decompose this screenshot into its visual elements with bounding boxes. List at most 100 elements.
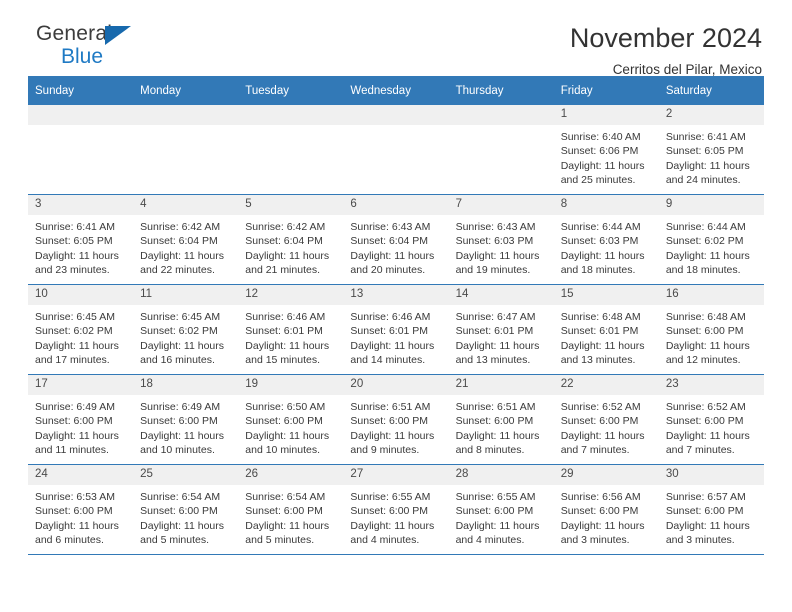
- weekday-header-monday: Monday: [133, 76, 239, 105]
- calendar-cell[interactable]: 15 Sunrise: 6:48 AM Sunset: 6:01 PM Dayligh…: [553, 284, 659, 375]
- sunset-text: Sunset: 6:00 PM: [665, 415, 744, 428]
- sunrise-text: Sunrise: 6:47 AM: [455, 311, 536, 323]
- sunrise-text: Sunrise: 6:55 AM: [455, 491, 536, 503]
- daylight-text: Daylight: 11 hours and 7 minutes.: [560, 429, 645, 457]
- sun-info: Sunrise: 6:43 AM Sunset: 6:04 PM Daylight:…: [343, 215, 448, 278]
- calendar-cell[interactable]: 7 Sunrise: 6:43 AM Sunset: 6:03 PM Daylight…: [448, 194, 554, 285]
- sunrise-text: Sunrise: 6:45 AM: [140, 311, 221, 323]
- calendar-cell[interactable]: 21 Sunrise: 6:51 AM Sunset: 6:00 PM Dayligh…: [448, 374, 554, 465]
- calendar-cell[interactable]: 2 Sunrise: 6:41 AM Sunset: 6:05 PM Daylight…: [658, 105, 764, 195]
- day-number: 29: [553, 465, 659, 485]
- day-number: 16: [658, 285, 764, 305]
- calendar-cell[interactable]: 13 Sunrise: 6:46 AM Sunset: 6:01 PM Dayligh…: [343, 284, 449, 375]
- daylight-text: Daylight: 11 hours and 24 minutes.: [665, 159, 750, 187]
- daylight-text: Daylight: 11 hours and 8 minutes.: [455, 429, 540, 457]
- sunrise-text: Sunrise: 6:48 AM: [665, 311, 746, 323]
- sun-info: Sunrise: 6:55 AM Sunset: 6:00 PM Daylight:…: [449, 485, 554, 548]
- sunrise-text: Sunrise: 6:49 AM: [140, 401, 221, 413]
- calendar-cell[interactable]: 29 Sunrise: 6:56 AM Sunset: 6:00 PM Dayligh…: [553, 464, 659, 555]
- sunset-text: Sunset: 6:00 PM: [665, 505, 744, 518]
- calendar-cell[interactable]: 3 Sunrise: 6:41 AM Sunset: 6:05 PM Daylight…: [28, 194, 134, 285]
- sun-info: Sunrise: 6:49 AM Sunset: 6:00 PM Daylight:…: [28, 395, 133, 458]
- calendar-week-row: 17 Sunrise: 6:49 AM Sunset: 6:00 PM Dayligh…: [28, 374, 764, 465]
- daylight-text: Daylight: 11 hours and 18 minutes.: [665, 249, 750, 277]
- calendar-cell[interactable]: 10 Sunrise: 6:45 AM Sunset: 6:02 PM Dayligh…: [28, 284, 134, 375]
- sunset-text: Sunset: 6:02 PM: [665, 235, 744, 248]
- calendar-cell[interactable]: 11 Sunrise: 6:45 AM Sunset: 6:02 PM Dayligh…: [133, 284, 239, 375]
- calendar-cell[interactable]: 17 Sunrise: 6:49 AM Sunset: 6:00 PM Dayligh…: [28, 374, 134, 465]
- daylight-text: Daylight: 11 hours and 25 minutes.: [560, 159, 645, 187]
- day-number: 22: [553, 375, 659, 395]
- calendar-cell[interactable]: 6 Sunrise: 6:43 AM Sunset: 6:04 PM Daylight…: [343, 194, 449, 285]
- sun-info: Sunrise: 6:57 AM Sunset: 6:00 PM Daylight:…: [659, 485, 764, 548]
- sunrise-text: Sunrise: 6:57 AM: [665, 491, 746, 503]
- sunset-text: Sunset: 6:00 PM: [560, 415, 639, 428]
- sun-info: Sunrise: 6:40 AM Sunset: 6:06 PM Daylight:…: [554, 125, 659, 188]
- sun-info: Sunrise: 6:46 AM Sunset: 6:01 PM Daylight:…: [343, 305, 448, 368]
- calendar-cell[interactable]: 12 Sunrise: 6:46 AM Sunset: 6:01 PM Dayligh…: [238, 284, 344, 375]
- calendar-cell[interactable]: 26 Sunrise: 6:54 AM Sunset: 6:00 PM Dayligh…: [238, 464, 344, 555]
- daylight-text: Daylight: 11 hours and 7 minutes.: [665, 429, 750, 457]
- calendar-cell[interactable]: 25 Sunrise: 6:54 AM Sunset: 6:00 PM Dayligh…: [133, 464, 239, 555]
- daylight-text: Daylight: 11 hours and 17 minutes.: [35, 339, 119, 367]
- calendar-cell[interactable]: 24 Sunrise: 6:53 AM Sunset: 6:00 PM Dayligh…: [28, 464, 134, 555]
- calendar-cell[interactable]: 22 Sunrise: 6:52 AM Sunset: 6:00 PM Dayligh…: [553, 374, 659, 465]
- sun-info: Sunrise: 6:51 AM Sunset: 6:00 PM Daylight:…: [449, 395, 554, 458]
- calendar-cell[interactable]: 8 Sunrise: 6:44 AM Sunset: 6:03 PM Daylight…: [553, 194, 659, 285]
- calendar-body: 1 Sunrise: 6:40 AM Sunset: 6:06 PM Daylight…: [28, 105, 764, 555]
- calendar-cell[interactable]: 28 Sunrise: 6:55 AM Sunset: 6:00 PM Dayligh…: [448, 464, 554, 555]
- sunset-text: Sunset: 6:00 PM: [140, 505, 218, 518]
- calendar-cell[interactable]: 20 Sunrise: 6:51 AM Sunset: 6:00 PM Dayligh…: [343, 374, 449, 465]
- sunrise-text: Sunrise: 6:46 AM: [350, 311, 431, 323]
- sun-info: Sunrise: 6:49 AM Sunset: 6:00 PM Daylight:…: [133, 395, 238, 458]
- day-number: 4: [133, 195, 239, 215]
- calendar-cell[interactable]: 18 Sunrise: 6:49 AM Sunset: 6:00 PM Dayligh…: [133, 374, 239, 465]
- sunrise-text: Sunrise: 6:41 AM: [665, 131, 746, 143]
- sunrise-text: Sunrise: 6:50 AM: [245, 401, 326, 413]
- sunset-text: Sunset: 6:00 PM: [350, 505, 429, 518]
- calendar-cell[interactable]: 1 Sunrise: 6:40 AM Sunset: 6:06 PM Daylight…: [553, 105, 659, 195]
- sunset-text: Sunset: 6:00 PM: [35, 415, 113, 428]
- daylight-text: Daylight: 11 hours and 9 minutes.: [350, 429, 435, 457]
- day-number: 3: [28, 195, 134, 215]
- sunrise-text: Sunrise: 6:41 AM: [35, 221, 115, 233]
- sun-info: Sunrise: 6:53 AM Sunset: 6:00 PM Daylight:…: [28, 485, 133, 548]
- calendar-cell[interactable]: 14 Sunrise: 6:47 AM Sunset: 6:01 PM Dayligh…: [448, 284, 554, 375]
- calendar-cell[interactable]: 9 Sunrise: 6:44 AM Sunset: 6:02 PM Daylight…: [658, 194, 764, 285]
- daylight-text: Daylight: 11 hours and 11 minutes.: [35, 429, 119, 457]
- day-number: 24: [28, 465, 134, 485]
- calendar-cell[interactable]: 16 Sunrise: 6:48 AM Sunset: 6:00 PM Dayligh…: [658, 284, 764, 375]
- sun-info: Sunrise: 6:54 AM Sunset: 6:00 PM Daylight:…: [238, 485, 343, 548]
- sunrise-text: Sunrise: 6:53 AM: [35, 491, 115, 503]
- sunset-text: Sunset: 6:00 PM: [455, 505, 534, 518]
- day-number: 20: [343, 375, 449, 395]
- sunset-text: Sunset: 6:00 PM: [35, 505, 113, 518]
- sun-info: Sunrise: 6:44 AM Sunset: 6:03 PM Daylight:…: [554, 215, 659, 278]
- day-number: 10: [28, 285, 134, 305]
- sunset-text: Sunset: 6:01 PM: [455, 325, 534, 338]
- calendar-cell[interactable]: 27 Sunrise: 6:55 AM Sunset: 6:00 PM Dayligh…: [343, 464, 449, 555]
- calendar-cell[interactable]: 30 Sunrise: 6:57 AM Sunset: 6:00 PM Dayligh…: [658, 464, 764, 555]
- day-number: [28, 105, 134, 125]
- sunset-text: Sunset: 6:00 PM: [665, 325, 744, 338]
- calendar-cell[interactable]: 19 Sunrise: 6:50 AM Sunset: 6:00 PM Dayligh…: [238, 374, 344, 465]
- calendar-cell[interactable]: 5 Sunrise: 6:42 AM Sunset: 6:04 PM Daylight…: [238, 194, 344, 285]
- day-number: 12: [238, 285, 344, 305]
- calendar-cell[interactable]: 4 Sunrise: 6:42 AM Sunset: 6:04 PM Daylight…: [133, 194, 239, 285]
- day-number: 2: [658, 105, 764, 125]
- sunset-text: Sunset: 6:00 PM: [560, 505, 639, 518]
- day-number: [343, 105, 449, 125]
- calendar-cell[interactable]: 23 Sunrise: 6:52 AM Sunset: 6:00 PM Dayligh…: [658, 374, 764, 465]
- sunrise-text: Sunrise: 6:52 AM: [560, 401, 641, 413]
- sun-info: Sunrise: 6:42 AM Sunset: 6:04 PM Daylight:…: [133, 215, 238, 278]
- sun-info: Sunrise: 6:45 AM Sunset: 6:02 PM Daylight:…: [28, 305, 133, 368]
- sunrise-text: Sunrise: 6:45 AM: [35, 311, 115, 323]
- sun-info: Sunrise: 6:44 AM Sunset: 6:02 PM Daylight:…: [659, 215, 764, 278]
- calendar-cell-empty: [28, 105, 134, 195]
- sunset-text: Sunset: 6:03 PM: [455, 235, 534, 248]
- sunset-text: Sunset: 6:05 PM: [665, 145, 744, 158]
- page-title: November 2024: [569, 23, 762, 53]
- daylight-text: Daylight: 11 hours and 4 minutes.: [455, 519, 540, 547]
- day-number: 26: [238, 465, 344, 485]
- brand-logo: General Blue: [28, 22, 178, 74]
